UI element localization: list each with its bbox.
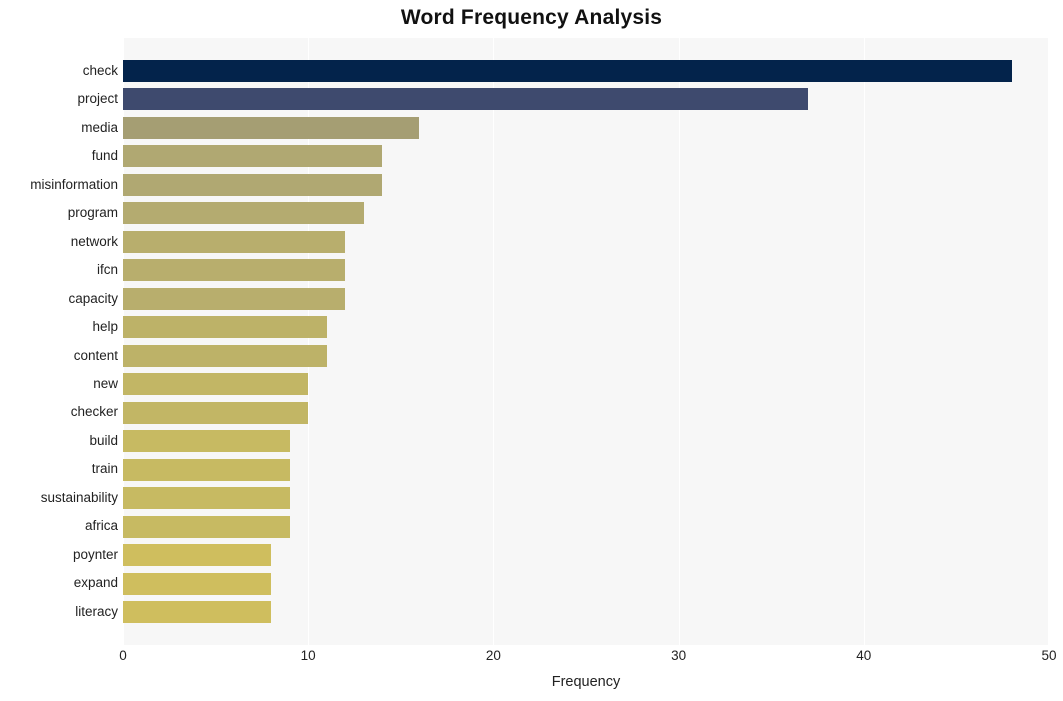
plot-area: [123, 38, 1049, 645]
x-tick-label: 20: [485, 648, 501, 663]
y-tick-label: project: [77, 91, 118, 107]
bar: [123, 344, 327, 367]
y-axis-tick-labels: check project media fund misinformation progr…: [0, 38, 118, 645]
bar: [123, 458, 290, 481]
bar: [123, 601, 272, 624]
y-tick-label: expand: [73, 575, 118, 591]
bar: [123, 401, 309, 424]
y-tick-label: misinformation: [30, 176, 118, 192]
bar: [123, 572, 272, 595]
bar: [123, 316, 327, 339]
y-tick-label: literacy: [75, 603, 118, 619]
bar: [123, 373, 309, 396]
x-tick-label: 0: [119, 648, 127, 663]
y-tick-label: fund: [91, 148, 118, 164]
x-axis-title: Frequency: [551, 674, 621, 690]
bar: [123, 430, 290, 453]
y-tick-label: checker: [70, 404, 118, 420]
y-tick-label: africa: [84, 518, 118, 534]
bar: [123, 287, 346, 310]
y-tick-label: poynter: [72, 546, 118, 562]
y-tick-label: program: [67, 205, 118, 220]
y-tick-label: capacity: [68, 290, 118, 306]
y-tick-label: new: [93, 375, 118, 391]
y-tick-label: sustainability: [40, 489, 118, 505]
bars-layer: [123, 38, 1049, 645]
x-tick-label: 40: [856, 648, 872, 663]
chart-title: Word Frequency Analysis: [400, 6, 663, 29]
y-tick-label: network: [70, 233, 118, 249]
y-tick-label: content: [73, 347, 118, 363]
x-tick-label: 50: [1041, 648, 1057, 663]
y-tick-label: ifcn: [96, 262, 118, 277]
bar: [123, 230, 346, 253]
bar: [123, 544, 272, 567]
bar: [123, 145, 383, 168]
y-tick-label: help: [92, 319, 118, 334]
bar: [123, 59, 1012, 82]
bar: [123, 173, 383, 196]
x-tick-label: 30: [671, 648, 687, 663]
x-tick-label: 10: [300, 648, 316, 663]
y-tick-label: media: [81, 119, 118, 135]
bar: [123, 487, 290, 510]
word-frequency-chart: Word Frequency Analysis check project medi…: [0, 0, 1063, 701]
x-axis-tick-labels: 0 10 20 30 40 50: [0, 648, 1063, 670]
bar: [123, 88, 809, 111]
bar: [123, 259, 346, 282]
y-tick-label: check: [82, 62, 118, 78]
bar: [123, 116, 420, 139]
bar: [123, 515, 290, 538]
bar: [123, 202, 364, 225]
y-tick-label: train: [91, 461, 118, 477]
y-tick-label: build: [89, 432, 118, 448]
